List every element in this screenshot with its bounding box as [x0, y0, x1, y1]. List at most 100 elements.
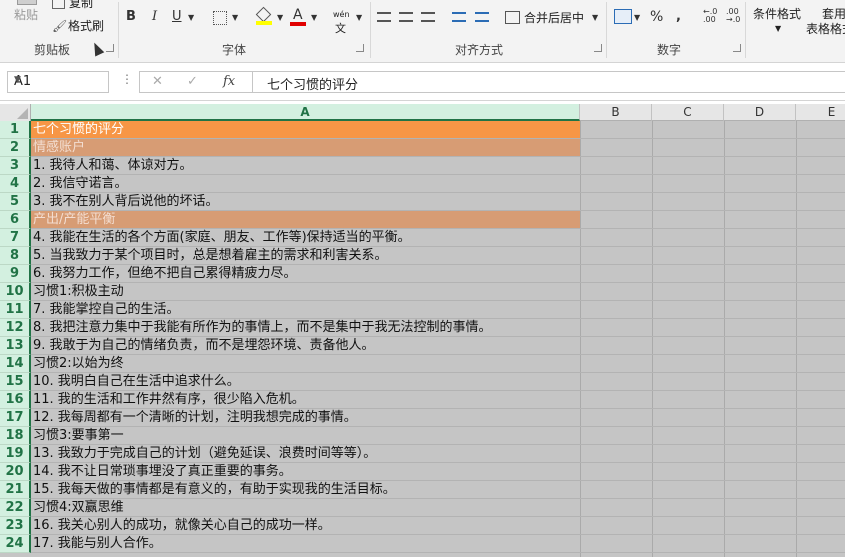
- row-header[interactable]: 20: [0, 463, 31, 481]
- underline-button[interactable]: U: [172, 9, 182, 27]
- select-all-corner[interactable]: [0, 104, 31, 122]
- row-header[interactable]: 8: [0, 247, 31, 265]
- cell-a[interactable]: 8. 我把注意力集中于我能有所作为的事情上，而不是集中于我无法控制的事情。: [31, 319, 580, 337]
- column-header-c[interactable]: C: [652, 104, 724, 121]
- row-header[interactable]: 21: [0, 481, 31, 499]
- increase-indent-icon[interactable]: [475, 12, 489, 22]
- phonetic-button[interactable]: wén 文: [333, 6, 350, 36]
- row-header[interactable]: 16: [0, 391, 31, 409]
- increase-decimal-icon[interactable]: ←.0.00: [703, 8, 717, 24]
- row-gridline: [580, 408, 845, 409]
- column-header-d[interactable]: D: [724, 104, 796, 121]
- underline-dropdown-icon[interactable]: ▼: [188, 13, 194, 31]
- row-header[interactable]: 5: [0, 193, 31, 211]
- percent-button[interactable]: %: [650, 9, 663, 27]
- cell-a[interactable]: 4. 我能在生活的各个方面(家庭、朋友、工作等)保持适当的平衡。: [31, 229, 580, 247]
- row-header[interactable]: 23: [0, 517, 31, 535]
- cell-a[interactable]: 3. 我不在别人背后说他的坏话。: [31, 193, 580, 211]
- column-header-e[interactable]: E: [796, 104, 845, 121]
- merge-center-label: 合并后居中: [524, 11, 585, 25]
- cell-a[interactable]: 14. 我不让日常琐事埋没了真正重要的事务。: [31, 463, 580, 481]
- cell-a[interactable]: 习惯4:双赢思维: [31, 499, 580, 517]
- align-right-icon[interactable]: [421, 12, 435, 22]
- section-cell[interactable]: 产出/产能平衡: [31, 211, 580, 229]
- row-header[interactable]: 4: [0, 175, 31, 193]
- row-gridline: [580, 228, 845, 229]
- fill-color-icon[interactable]: [255, 6, 272, 26]
- row-header[interactable]: 24: [0, 535, 31, 553]
- align-center-icon[interactable]: [399, 12, 413, 22]
- table-format-label-2[interactable]: 表格格式: [806, 20, 845, 37]
- row-header[interactable]: 6: [0, 211, 31, 229]
- worksheet-grid[interactable]: A B C D E 1 七个习惯的评分 2 情感账户 3 1. 我待人和蔼、体谅对方。 4 2…: [0, 104, 845, 557]
- cell-a[interactable]: 5. 当我致力于某个项目时，总是想着雇主的需求和利害关系。: [31, 247, 580, 265]
- fill-color-dropdown-icon[interactable]: ▼: [277, 13, 283, 31]
- cell-a[interactable]: 13. 我致力于完成自己的计划（避免延误、浪费时间等等）。: [31, 445, 580, 463]
- section-cell[interactable]: 情感账户: [31, 139, 580, 157]
- cell-a[interactable]: 15. 我每天做的事情都是有意义的，有助于实现我的生活目标。: [31, 481, 580, 499]
- align-left-icon[interactable]: [377, 12, 391, 22]
- cell-a[interactable]: 习惯2:以始为终: [31, 355, 580, 373]
- font-color-dropdown-icon[interactable]: ▼: [311, 13, 317, 31]
- border-icon[interactable]: [213, 11, 227, 25]
- decrease-decimal-icon[interactable]: .00 →.0: [726, 8, 740, 24]
- row-header[interactable]: 22: [0, 499, 31, 517]
- font-launcher-icon[interactable]: [356, 44, 364, 52]
- cell-a[interactable]: 11. 我的生活和工作井然有序，很少陷入危机。: [31, 391, 580, 409]
- row-header[interactable]: 18: [0, 427, 31, 445]
- merge-dropdown-icon[interactable]: ▼: [592, 13, 598, 31]
- row-header[interactable]: 7: [0, 229, 31, 247]
- row-header[interactable]: 2: [0, 139, 31, 157]
- row-header[interactable]: 14: [0, 355, 31, 373]
- cell-a[interactable]: 习惯1:积极主动: [31, 283, 580, 301]
- bold-button[interactable]: B: [126, 9, 136, 27]
- accounting-format-icon[interactable]: [614, 9, 632, 24]
- merge-center-button[interactable]: 合并后居中: [505, 9, 584, 26]
- row-header[interactable]: 12: [0, 319, 31, 337]
- cell-a[interactable]: 16. 我关心别人的成功，就像关心自己的成功一样。: [31, 517, 580, 535]
- row-header[interactable]: 11: [0, 301, 31, 319]
- comma-button[interactable]: ,: [676, 9, 681, 27]
- row-header[interactable]: 13: [0, 337, 31, 355]
- name-box[interactable]: A1 ▼: [7, 71, 109, 93]
- cancel-icon[interactable]: ✕: [152, 74, 163, 89]
- cell-a[interactable]: 1. 我待人和蔼、体谅对方。: [31, 157, 580, 175]
- row-header[interactable]: 17: [0, 409, 31, 427]
- number-launcher-icon[interactable]: [733, 44, 741, 52]
- title-cell[interactable]: 七个习惯的评分: [31, 121, 580, 139]
- cell-a[interactable]: 17. 我能与别人合作。: [31, 535, 580, 553]
- cell-a[interactable]: 10. 我明白自己在生活中追求什么。: [31, 373, 580, 391]
- cell-a[interactable]: 习惯3:要事第一: [31, 427, 580, 445]
- insert-function-icon[interactable]: fx: [223, 74, 235, 89]
- cell-a[interactable]: 6. 我努力工作，但绝不把自己累得精疲力尽。: [31, 265, 580, 283]
- alignment-launcher-icon[interactable]: [594, 44, 602, 52]
- row-header[interactable]: 15: [0, 373, 31, 391]
- row-header[interactable]: 19: [0, 445, 31, 463]
- row-header[interactable]: 9: [0, 265, 31, 283]
- copy-button[interactable]: 复制: [52, 0, 93, 11]
- decrease-indent-icon[interactable]: [452, 12, 466, 22]
- cell-a[interactable]: 9. 我敢于为自己的情绪负责，而不是埋怨环境、责备他人。: [31, 337, 580, 355]
- cell-a[interactable]: 12. 我每周都有一个清晰的计划，注明我想完成的事情。: [31, 409, 580, 427]
- border-dropdown-icon[interactable]: ▼: [232, 13, 238, 31]
- conditional-format-button[interactable]: 条件格式: [753, 5, 801, 22]
- cell-a[interactable]: 2. 我信守诺言。: [31, 175, 580, 193]
- font-color-button[interactable]: A: [290, 7, 306, 27]
- row-header[interactable]: 10: [0, 283, 31, 301]
- name-box-dropdown-icon[interactable]: ▼: [14, 75, 104, 85]
- format-painter-button[interactable]: 🖌格式刷: [52, 17, 104, 34]
- row-header[interactable]: 1: [0, 121, 31, 139]
- formula-input[interactable]: 七个习惯的评分: [252, 71, 845, 93]
- accounting-dropdown-icon[interactable]: ▼: [634, 13, 640, 31]
- column-header-a[interactable]: A: [31, 104, 580, 121]
- clipboard-launcher-icon[interactable]: [106, 44, 114, 52]
- conditional-format-dropdown-icon[interactable]: ▼: [775, 24, 781, 33]
- column-header-b[interactable]: B: [580, 104, 652, 121]
- row-header[interactable]: 3: [0, 157, 31, 175]
- paste-button[interactable]: 粘贴: [8, 0, 46, 36]
- format-painter-label: 格式刷: [68, 19, 105, 33]
- enter-icon[interactable]: ✓: [187, 74, 198, 89]
- phonetic-dropdown-icon[interactable]: ▼: [356, 13, 362, 31]
- italic-button[interactable]: I: [152, 9, 157, 27]
- cell-a[interactable]: 7. 我能掌控自己的生活。: [31, 301, 580, 319]
